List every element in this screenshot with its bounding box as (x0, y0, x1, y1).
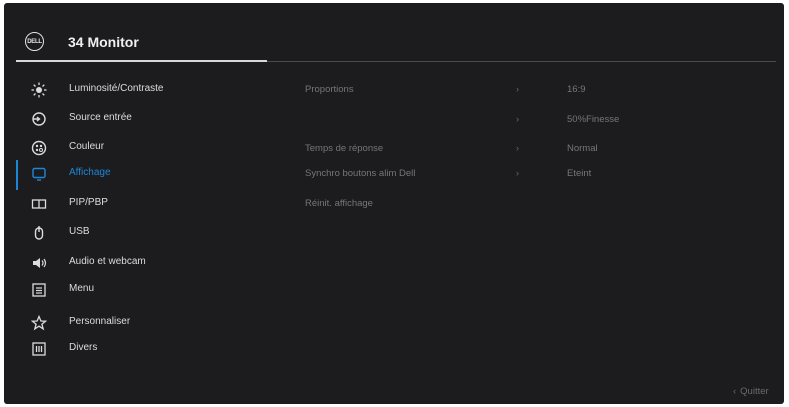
monitor-osd: DELL 34 Monitor Luminosité/Contraste Sou… (4, 3, 784, 404)
setting-value: 50%Finesse (567, 114, 620, 125)
chevron-right-icon: › (516, 114, 519, 124)
sidebar-item-personalize[interactable]: Personnaliser (14, 312, 294, 334)
setting-label: Réinit. affichage (305, 198, 373, 209)
quit-button[interactable]: ‹ Quitter (733, 386, 769, 397)
progress-bar (16, 60, 267, 62)
usb-icon (31, 225, 47, 241)
sidebar-item-label: Personnaliser (69, 316, 131, 327)
setting-row-response-time[interactable]: Temps de réponse › Normal (4, 141, 784, 159)
sidebar-item-audio-webcam[interactable]: Audio et webcam (14, 252, 294, 274)
dell-logo: DELL (25, 32, 44, 51)
star-icon (31, 315, 47, 331)
setting-value: 16:9 (567, 84, 586, 95)
sidebar-item-usb[interactable]: USB (14, 222, 294, 244)
others-icon (31, 341, 47, 357)
setting-value: Normal (567, 143, 598, 154)
quit-label: Quitter (740, 386, 769, 397)
chevron-right-icon: › (516, 143, 519, 153)
monitor-title: 34 Monitor (68, 34, 139, 50)
sidebar-item-label: Audio et webcam (69, 256, 146, 267)
chevron-right-icon: › (516, 84, 519, 94)
chevron-left-icon: ‹ (733, 386, 737, 397)
sidebar-item-others[interactable]: Divers (14, 338, 294, 360)
setting-row-aspect-ratio[interactable]: Proportions › 16:9 (4, 82, 784, 100)
chevron-right-icon: › (516, 168, 519, 178)
speaker-icon (31, 255, 47, 271)
setting-label: Proportions (305, 84, 354, 95)
setting-row-sharpness[interactable]: › 50%Finesse (4, 112, 784, 130)
menu-icon (31, 282, 47, 298)
sidebar-item-label: USB (69, 226, 90, 237)
osd-header: DELL 34 Monitor (4, 3, 784, 63)
setting-value: Eteint (567, 168, 592, 179)
sidebar-item-label: Divers (69, 342, 98, 353)
sidebar-item-label: Menu (69, 283, 95, 294)
setting-label: Temps de réponse (305, 143, 384, 154)
setting-row-power-sync[interactable]: Synchro boutons alim Dell › Eteint (4, 166, 784, 184)
sidebar-item-menu[interactable]: Menu (14, 279, 294, 301)
setting-label: Synchro boutons alim Dell (305, 168, 416, 179)
setting-row-reset-display[interactable]: Réinit. affichage (4, 196, 784, 214)
